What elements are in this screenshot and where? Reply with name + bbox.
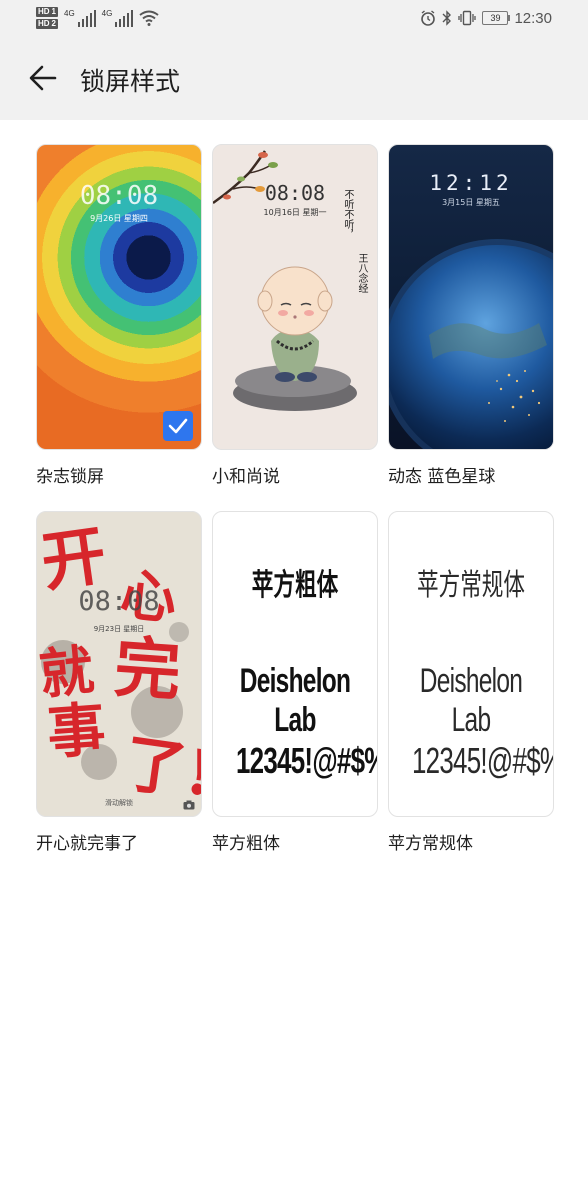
font-sample-title: 苹方常规体 [417, 569, 525, 602]
hd2-badge: HD 2 [36, 19, 58, 29]
preview-clock: 08:08 [78, 586, 160, 617]
preview-clock: 08:08 [79, 181, 159, 211]
style-label-blue-planet[interactable]: 动态 蓝色星球 [388, 462, 495, 487]
style-card-happy[interactable]: 开 心 就 完 事 了! 08:08 9月23日 星期日 滑动解锁 [36, 511, 202, 817]
app-bar: 锁屏样式 [0, 36, 588, 120]
wifi-icon [139, 10, 159, 26]
preview-date: 3月15日 星期五 [442, 198, 500, 207]
style-label-little-monk[interactable]: 小和尚说 [212, 462, 280, 487]
hd1-badge: HD 1 [36, 7, 58, 17]
style-label-pingfang-bold[interactable]: 苹方粗体 [212, 829, 280, 854]
font-sample-digits: 12345!@#$% [411, 740, 554, 781]
preview-poem-2: 王八念经 [356, 253, 367, 293]
vibrate-icon [458, 10, 477, 26]
style-card-little-monk[interactable]: 08:08 10月16日 星期一 不听不听， 王八念经 [212, 144, 378, 450]
preview-clock: 12:12 [429, 171, 513, 195]
font-sample-title: 苹方粗体 [251, 569, 339, 602]
preview-poem-1: 不听不听， [342, 189, 353, 239]
signal-sim2-icon: 4G [102, 9, 134, 27]
style-label-happy[interactable]: 开心就完事了 [36, 829, 138, 854]
camera-icon [183, 800, 195, 810]
style-label-magazine[interactable]: 杂志锁屏 [36, 462, 104, 487]
style-card-pingfang-bold[interactable]: 苹方粗体 Deishelon Lab 12345!@#$% [212, 511, 378, 817]
style-label-pingfang-regular[interactable]: 苹方常规体 [388, 829, 473, 854]
style-card-pingfang-regular[interactable]: 苹方常规体 Deishelon Lab 12345!@#$% [388, 511, 554, 817]
back-button[interactable] [24, 58, 64, 98]
preview-unlock-hint: 滑动解锁 [105, 799, 133, 807]
arrow-left-icon [29, 65, 57, 91]
preview-date: 9月26日 星期四 [90, 214, 148, 223]
bluetooth-icon [442, 10, 452, 26]
font-sample-latin: Deishelon Lab [419, 662, 523, 739]
battery-icon: 39 [482, 11, 511, 25]
font-sample-digits: 12345!@#$% [235, 740, 378, 781]
status-right: 39 12:30 [420, 8, 552, 28]
style-card-magazine[interactable]: 08:08 9月26日 星期四 [36, 144, 202, 450]
clock: 12:30 [514, 9, 552, 27]
alarm-icon [421, 10, 436, 26]
art-char-5: 事 [45, 695, 108, 767]
preview-date: 9月23日 星期日 [93, 625, 145, 633]
style-card-blue-planet[interactable]: 12:12 3月15日 星期五 [388, 144, 554, 450]
font-sample-latin: Deishelon Lab [239, 662, 351, 739]
page-title: 锁屏样式 [80, 67, 181, 96]
status-bar: HD 1 HD 2 4G 4G 39 12:30 [0, 0, 588, 36]
status-left: HD 1 HD 2 4G 4G [36, 4, 159, 32]
hd-indicators: HD 1 HD 2 [36, 7, 58, 29]
selected-check-icon [163, 411, 193, 441]
signal-sim1-icon: 4G [64, 9, 96, 27]
